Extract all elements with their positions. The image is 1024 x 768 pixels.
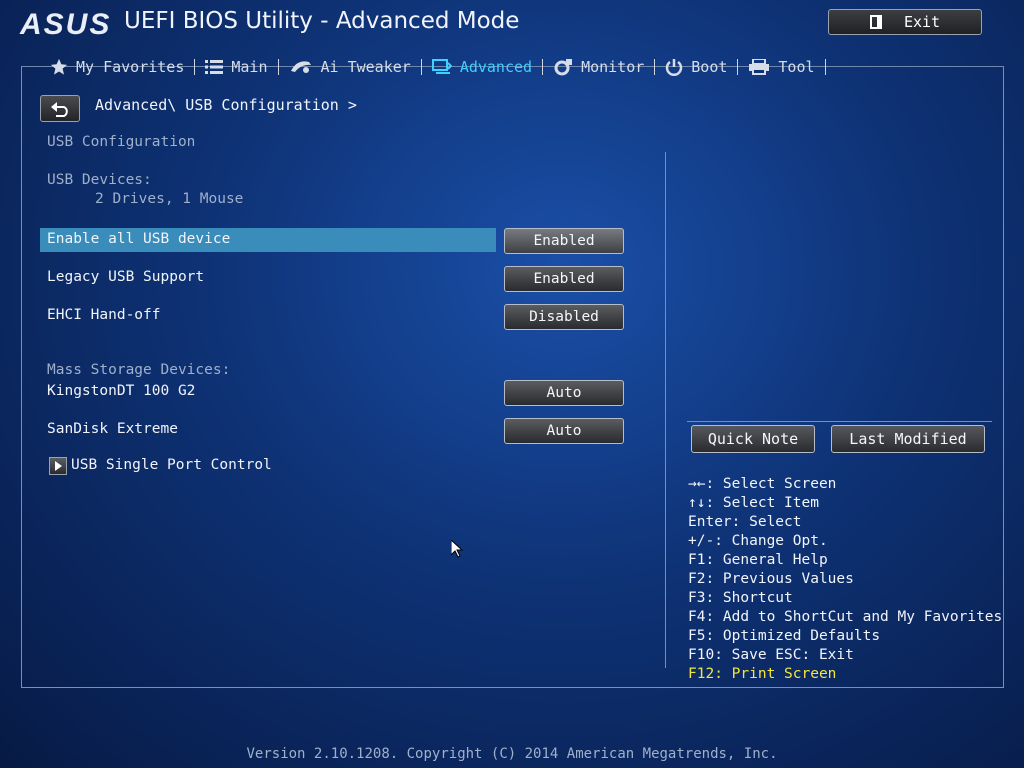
- tab-label: Advanced: [459, 58, 533, 76]
- exit-button[interactable]: Exit: [828, 9, 982, 35]
- submenu-arrow-icon[interactable]: [49, 457, 67, 475]
- tab-label: Tool: [778, 58, 815, 76]
- chevron-right-icon: [55, 461, 62, 471]
- setting-legacy-usb[interactable]: Legacy USB Support: [47, 269, 204, 285]
- exit-label: Exit: [903, 13, 941, 31]
- tweaker-icon: [290, 61, 311, 73]
- sandisk-mode-button[interactable]: Auto: [504, 418, 624, 444]
- help-item: F1: General Help: [688, 552, 828, 568]
- list-icon: [205, 60, 224, 74]
- help-item: F10: Save ESC: Exit: [688, 647, 854, 663]
- mouse-cursor-icon: [451, 540, 463, 558]
- help-item: Enter: Select: [688, 514, 802, 530]
- help-item: F5: Optimized Defaults: [688, 628, 881, 644]
- printer-icon: [749, 59, 770, 75]
- exit-icon: [869, 15, 882, 29]
- advanced-icon: [431, 59, 452, 74]
- storage-sandisk[interactable]: SanDisk Extreme: [47, 421, 178, 437]
- mass-storage-label: Mass Storage Devices:: [47, 362, 231, 378]
- storage-kingston[interactable]: KingstonDT 100 G2: [47, 383, 195, 399]
- nav-tabs: My Favorites Main Ai Tweaker Advanced Mo…: [40, 56, 826, 78]
- help-item: +/-: Change Opt.: [688, 533, 828, 549]
- vertical-divider: [665, 152, 666, 668]
- tab-ai-tweaker[interactable]: Ai Tweaker: [279, 58, 421, 76]
- kingston-mode-button[interactable]: Auto: [504, 380, 624, 406]
- tab-tool[interactable]: Tool: [738, 58, 824, 76]
- help-item: →←: Select Screen: [688, 476, 837, 492]
- tab-main[interactable]: Main: [195, 58, 277, 76]
- tab-boot[interactable]: Boot: [655, 58, 737, 76]
- tab-advanced[interactable]: Advanced: [422, 58, 542, 76]
- help-item: F4: Add to ShortCut and My Favorites: [688, 609, 1003, 625]
- section-title: USB Configuration: [47, 134, 196, 150]
- setting-enable-all-usb[interactable]: Enable all USB device: [47, 231, 230, 247]
- submenu-usb-single-port[interactable]: USB Single Port Control: [71, 457, 272, 473]
- star-icon: [50, 58, 68, 75]
- tab-monitor[interactable]: Monitor: [543, 58, 654, 76]
- last-modified-button[interactable]: Last Modified: [831, 425, 985, 453]
- quick-note-button[interactable]: Quick Note: [691, 425, 815, 453]
- monitor-icon: [554, 59, 573, 76]
- power-icon: [666, 59, 683, 76]
- back-button[interactable]: [40, 95, 80, 122]
- setting-ehci-handoff[interactable]: EHCI Hand-off: [47, 307, 161, 323]
- tab-label: Main: [231, 58, 268, 76]
- asus-logo: ASUS: [20, 8, 112, 41]
- help-item: ↑↓: Select Item: [688, 495, 819, 511]
- tab-my-favorites[interactable]: My Favorites: [40, 58, 194, 76]
- legacy-usb-button[interactable]: Enabled: [504, 266, 624, 292]
- help-item: F2: Previous Values: [688, 571, 854, 587]
- tab-label: My Favorites: [76, 58, 185, 76]
- help-item-print-screen: F12: Print Screen: [688, 666, 837, 682]
- app-title: UEFI BIOS Utility - Advanced Mode: [124, 8, 520, 34]
- tab-label: Ai Tweaker: [320, 58, 411, 76]
- tab-label: Boot: [691, 58, 728, 76]
- breadcrumb: Advanced\ USB Configuration >: [95, 96, 357, 114]
- tab-separator: [824, 59, 826, 75]
- usb-devices-label: USB Devices:: [47, 172, 152, 188]
- help-item: F3: Shortcut: [688, 590, 793, 606]
- enable-all-usb-button[interactable]: Enabled: [504, 228, 624, 254]
- usb-devices-value: 2 Drives, 1 Mouse: [95, 191, 244, 207]
- tab-label: Monitor: [581, 58, 645, 76]
- key-help-list: →←: Select Screen ↑↓: Select Item Enter:…: [688, 475, 1002, 684]
- help-divider: [687, 421, 992, 422]
- version-footer: Version 2.10.1208. Copyright (C) 2014 Am…: [246, 746, 778, 762]
- back-arrow-icon: [51, 101, 68, 117]
- ehci-handoff-button[interactable]: Disabled: [504, 304, 624, 330]
